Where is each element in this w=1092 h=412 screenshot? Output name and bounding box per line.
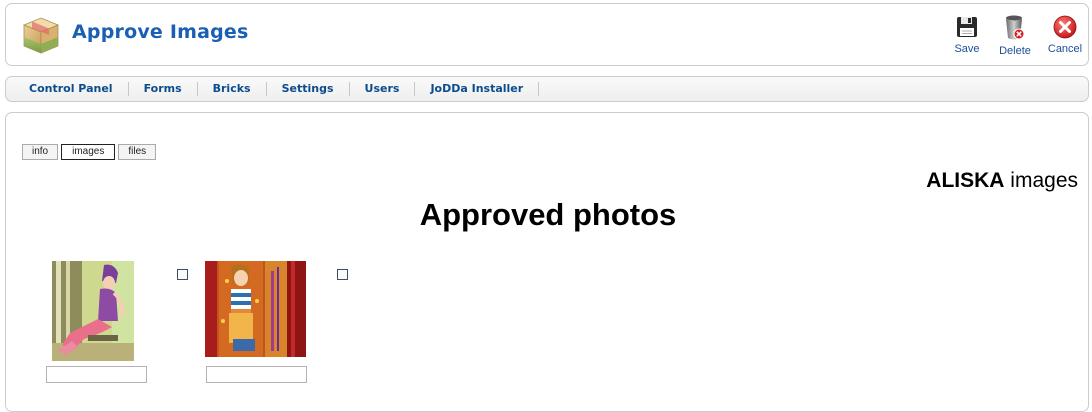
menu-item-bricks[interactable]: Bricks bbox=[198, 82, 267, 96]
menu-item-forms[interactable]: Forms bbox=[129, 82, 198, 96]
user-heading-suffix: images bbox=[1010, 169, 1078, 192]
photo-thumbnail[interactable] bbox=[205, 261, 306, 357]
save-button[interactable]: Save bbox=[941, 14, 993, 55]
delete-button[interactable]: Delete bbox=[989, 14, 1041, 57]
save-label: Save bbox=[954, 43, 980, 55]
user-name: ALISKA bbox=[926, 169, 1005, 192]
delete-label: Delete bbox=[999, 45, 1031, 57]
trash-bin-icon bbox=[1006, 15, 1025, 40]
main-menu-bar: Control Panel Forms Bricks Settings User… bbox=[5, 76, 1089, 102]
package-box-icon bbox=[22, 17, 60, 54]
menu-list: Control Panel Forms Bricks Settings User… bbox=[14, 77, 540, 101]
approve-checkbox[interactable] bbox=[337, 269, 348, 280]
menu-item-control-panel[interactable]: Control Panel bbox=[14, 82, 129, 96]
caption-input[interactable] bbox=[46, 366, 147, 383]
tab-images[interactable]: images bbox=[61, 144, 116, 160]
menu-item-users[interactable]: Users bbox=[350, 82, 416, 96]
header-panel: Approve Images Save Delete Cancel bbox=[5, 3, 1089, 66]
caption-input[interactable] bbox=[206, 366, 307, 383]
cancel-button[interactable]: Cancel bbox=[1039, 14, 1091, 55]
menu-item-jodda-installer[interactable]: JoDDa Installer bbox=[415, 82, 540, 96]
photo-thumbnail[interactable] bbox=[52, 261, 134, 361]
user-images-heading: ALISKA images bbox=[926, 169, 1078, 193]
content-panel: info images files ALISKA images Approved… bbox=[5, 112, 1089, 412]
approve-checkbox[interactable] bbox=[177, 269, 188, 280]
cancel-x-icon bbox=[1053, 15, 1077, 39]
tab-info[interactable]: info bbox=[22, 144, 59, 160]
section-title: Approved photos bbox=[419, 197, 677, 232]
cancel-label: Cancel bbox=[1047, 43, 1083, 55]
floppy-disk-icon bbox=[957, 17, 977, 37]
menu-item-settings[interactable]: Settings bbox=[267, 82, 350, 96]
tab-strip: info images files bbox=[22, 144, 157, 160]
tab-files[interactable]: files bbox=[118, 144, 157, 160]
page-title: Approve Images bbox=[72, 21, 249, 43]
